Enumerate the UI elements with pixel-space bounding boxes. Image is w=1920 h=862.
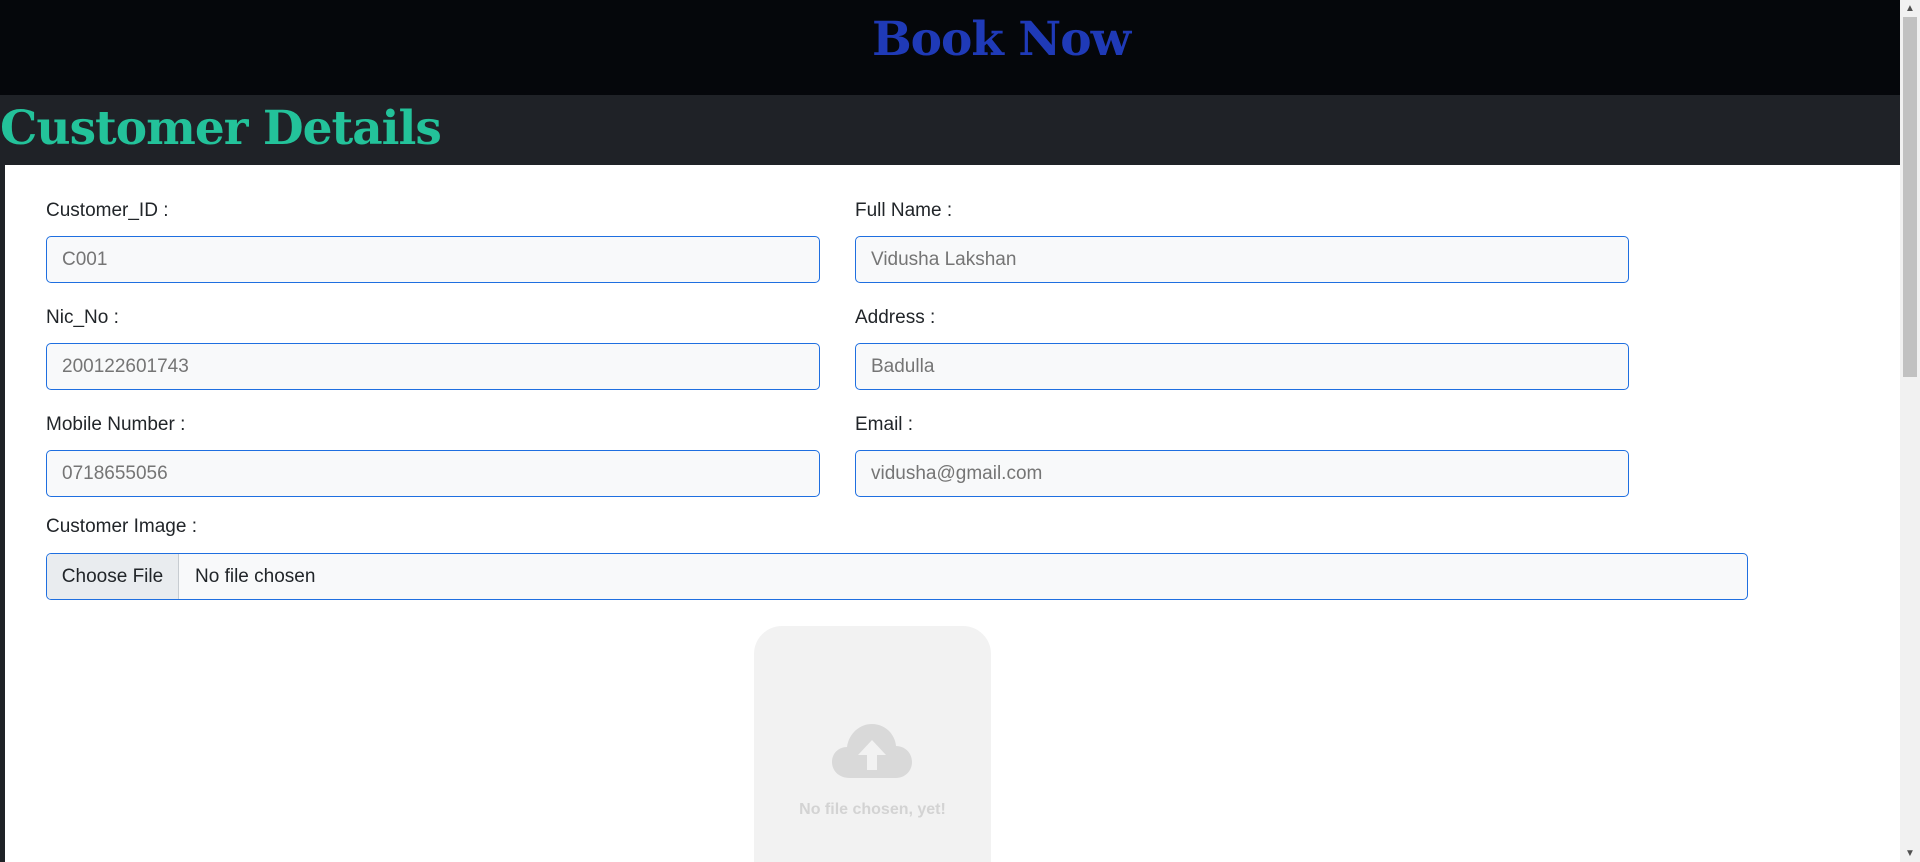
vertical-scrollbar[interactable]: ▲ ▼ — [1900, 0, 1920, 862]
customer-id-label: Customer_ID : — [46, 200, 169, 221]
scroll-down-arrow-icon[interactable]: ▼ — [1900, 845, 1920, 862]
nic-no-label: Nic_No : — [46, 307, 119, 328]
choose-file-button[interactable]: Choose File — [47, 554, 179, 599]
customer-image-label: Customer Image : — [46, 516, 197, 537]
mobile-number-label: Mobile Number : — [46, 414, 186, 435]
nic-no-input[interactable] — [46, 343, 820, 390]
top-header-bar: Book Now — [0, 0, 1900, 95]
image-preview-box: No file chosen, yet! — [754, 626, 991, 862]
page-viewport: Book Now Customer Details Customer_ID : … — [0, 0, 1900, 862]
customer-image-file-input[interactable]: Choose File No file chosen — [46, 553, 1748, 600]
scrollbar-thumb[interactable] — [1903, 17, 1917, 377]
email-input[interactable] — [855, 450, 1629, 497]
full-name-label: Full Name : — [855, 200, 953, 221]
full-name-input[interactable] — [855, 236, 1629, 283]
file-status-text: No file chosen — [195, 566, 316, 587]
section-header: Customer Details — [0, 95, 1900, 165]
address-input[interactable] — [855, 343, 1629, 390]
email-label: Email : — [855, 414, 914, 435]
mobile-number-input[interactable] — [46, 450, 820, 497]
scroll-up-arrow-icon[interactable]: ▲ — [1900, 0, 1920, 17]
page-title: Book Now — [871, 12, 1131, 67]
address-label: Address : — [855, 307, 936, 328]
section-title: Customer Details — [0, 101, 442, 156]
cloud-upload-icon — [832, 722, 912, 785]
preview-placeholder-text: No file chosen, yet! — [799, 801, 946, 818]
customer-id-input[interactable] — [46, 236, 820, 283]
